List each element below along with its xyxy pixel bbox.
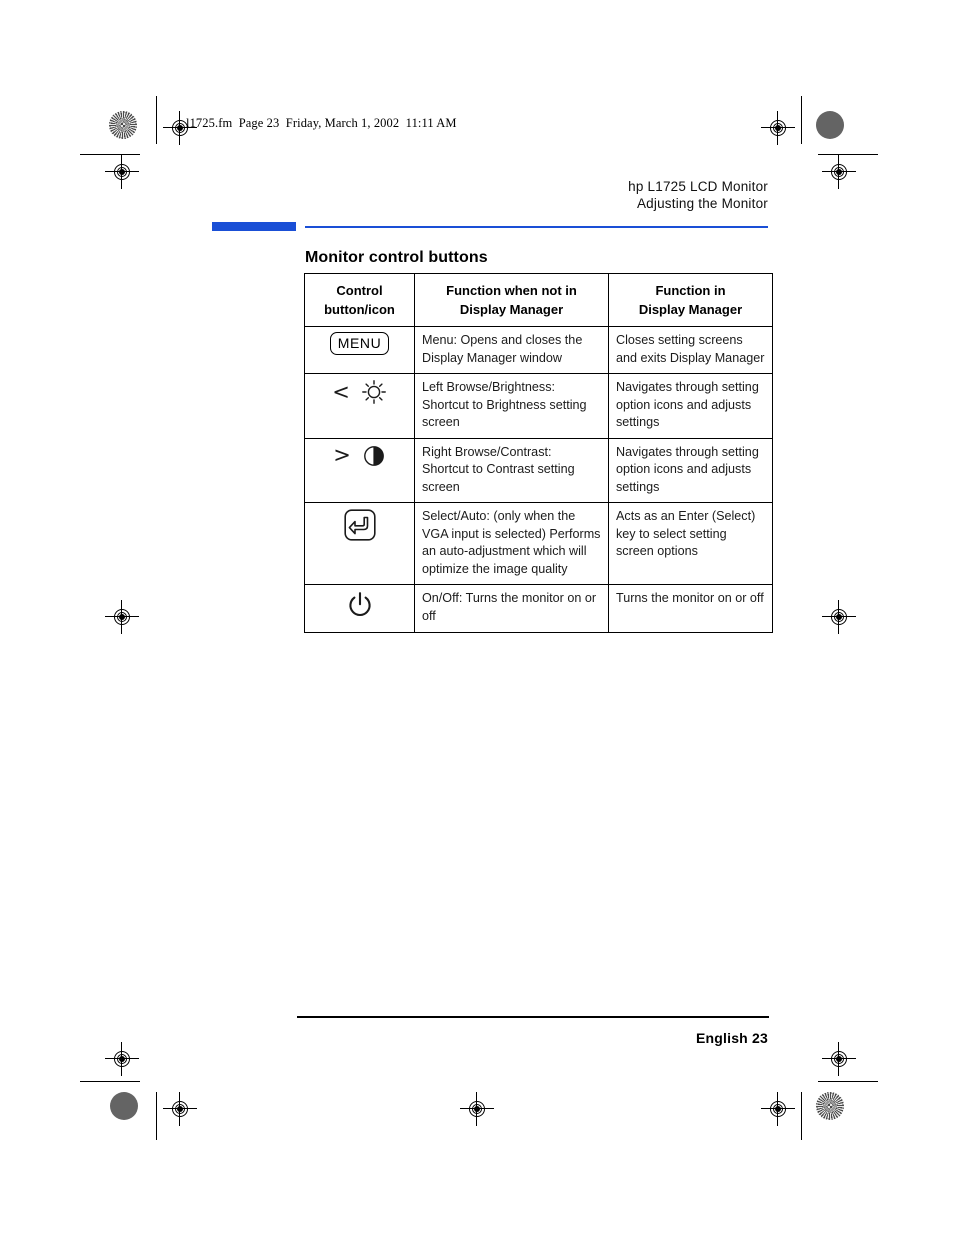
column-header-line1: Function when not in bbox=[446, 283, 577, 298]
table-row: > Right Browse/Contrast: Shortcut to Con… bbox=[304, 437, 773, 503]
cell-function-not-in-dm: Select/Auto: (only when the VGA input is… bbox=[414, 502, 609, 585]
crop-line-top-left-vertical bbox=[156, 96, 157, 144]
page-title: Monitor control buttons bbox=[305, 249, 488, 267]
table-header-row: Control button/icon Function when not in… bbox=[304, 273, 773, 327]
table-header: Control button/icon Function when not in… bbox=[304, 273, 773, 327]
right-browse-contrast-icon-cell: > bbox=[304, 437, 415, 503]
column-header-line1: Function in bbox=[655, 283, 726, 298]
cell-function-not-in-dm: Right Browse/Contrast: Shortcut to Contr… bbox=[414, 437, 609, 503]
registration-target-left-upper bbox=[105, 155, 139, 189]
accent-rule bbox=[305, 226, 768, 228]
running-head-product: hp L1725 LCD Monitor bbox=[628, 179, 768, 194]
crop-line-bottom-left-vertical bbox=[156, 1092, 157, 1140]
file-stamp: l1725.fm Page 23 Friday, March 1, 2002 1… bbox=[186, 116, 457, 130]
cell-function-in-dm: Navigates through setting option icons a… bbox=[608, 373, 773, 439]
chevron-left-icon: < bbox=[332, 379, 350, 404]
select-auto-enter-icon bbox=[343, 509, 376, 541]
footer-page-number: English 23 bbox=[695, 1030, 768, 1046]
table-row: < Left Browse/Brightness: Shortcut to Br… bbox=[304, 373, 773, 439]
accent-bar bbox=[212, 222, 296, 231]
cell-function-in-dm: Navigates through setting option icons a… bbox=[608, 437, 773, 503]
halftone-registration-circle-bottom-right bbox=[816, 1092, 844, 1120]
menu-button-icon: MENU bbox=[329, 332, 390, 355]
chevron-right-icon: > bbox=[333, 443, 351, 467]
halftone-solid-circle-bottom-left bbox=[110, 1092, 138, 1120]
power-on-off-icon-cell bbox=[304, 584, 415, 633]
registration-target-right-upper bbox=[822, 155, 856, 189]
crop-line-right-bottom-horizontal bbox=[818, 1081, 878, 1082]
column-header-line1: Control bbox=[336, 283, 383, 298]
cell-function-not-in-dm: On/Off: Turns the monitor on or off bbox=[414, 584, 609, 633]
select-auto-enter-icon-cell bbox=[304, 502, 415, 585]
registration-target-bottom-left bbox=[163, 1092, 197, 1126]
registration-target-right-middle bbox=[822, 600, 856, 634]
table-row: On/Off: Turns the monitor on or off Turn… bbox=[304, 584, 773, 633]
halftone-solid-circle-top-right bbox=[816, 111, 844, 139]
column-header-line2: Display Manager bbox=[638, 302, 743, 317]
registration-target-bottom-center bbox=[460, 1092, 494, 1126]
registration-target-left-middle bbox=[105, 600, 139, 634]
footer-rule bbox=[297, 1016, 769, 1018]
crop-line-bottom-right-vertical bbox=[801, 1092, 802, 1140]
registration-target-top-right bbox=[761, 111, 795, 145]
column-header-control-button-icon: Control button/icon bbox=[304, 273, 415, 327]
right-browse-contrast-icon: > bbox=[333, 444, 386, 468]
menu-button-icon-cell: MENU bbox=[304, 326, 415, 374]
sun-brightness-icon bbox=[361, 380, 386, 404]
registration-target-right-lower bbox=[822, 1042, 856, 1076]
monitor-control-buttons-table: Control button/icon Function when not in… bbox=[304, 273, 773, 633]
running-head-section: Adjusting the Monitor bbox=[636, 196, 768, 211]
cell-function-not-in-dm: Menu: Opens and closes the Display Manag… bbox=[414, 326, 609, 374]
table-body: MENU Menu: Opens and closes the Display … bbox=[304, 326, 773, 633]
power-on-off-icon bbox=[348, 592, 371, 616]
left-browse-brightness-icon: < bbox=[332, 379, 387, 405]
column-header-function-in-display-manager: Function in Display Manager bbox=[608, 273, 773, 327]
halftone-registration-circle-top-left bbox=[109, 111, 137, 139]
registration-target-bottom-right bbox=[761, 1092, 795, 1126]
running-head: hp L1725 LCD Monitor Adjusting the Monit… bbox=[628, 178, 768, 212]
table-row: Select/Auto: (only when the VGA input is… bbox=[304, 502, 773, 585]
cell-function-in-dm: Closes setting screens and exits Display… bbox=[608, 326, 773, 374]
cell-function-in-dm: Turns the monitor on or off bbox=[608, 584, 773, 633]
registration-target-left-lower bbox=[105, 1042, 139, 1076]
cell-function-not-in-dm: Left Browse/Brightness: Shortcut to Brig… bbox=[414, 373, 609, 439]
cell-function-in-dm: Acts as an Enter (Select) key to select … bbox=[608, 502, 773, 585]
column-header-function-not-in-display-manager: Function when not in Display Manager bbox=[414, 273, 609, 327]
contrast-half-circle-icon bbox=[363, 445, 384, 466]
crop-line-top-right-vertical bbox=[801, 96, 802, 144]
document-page: l1725.fm Page 23 Friday, March 1, 2002 1… bbox=[0, 0, 954, 1235]
column-header-line2: Display Manager bbox=[459, 302, 564, 317]
left-browse-brightness-icon-cell: < bbox=[304, 373, 415, 439]
column-header-line2: button/icon bbox=[324, 302, 395, 317]
crop-line-left-bottom-horizontal bbox=[80, 1081, 140, 1082]
table-row: MENU Menu: Opens and closes the Display … bbox=[304, 326, 773, 374]
